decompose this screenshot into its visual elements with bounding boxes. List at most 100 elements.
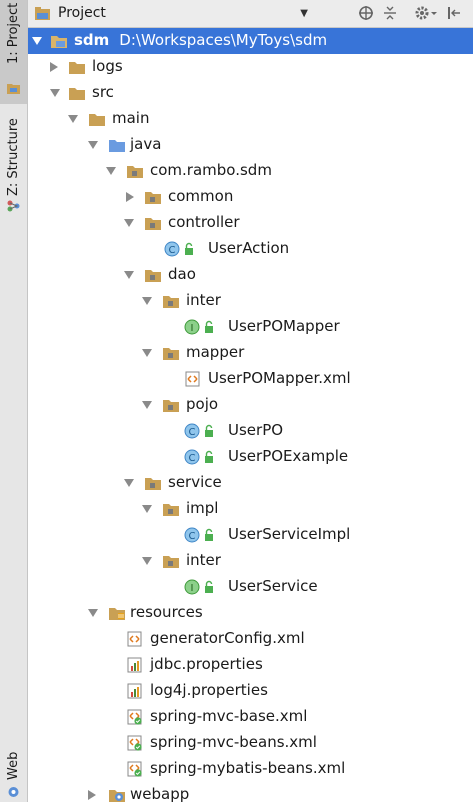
tree-node-common[interactable]: common [28,184,473,210]
tree-node-impl[interactable]: impl [28,496,473,522]
expand-toggle[interactable] [88,609,98,617]
expand-toggle[interactable] [88,790,96,800]
node-label: controller [168,213,240,231]
collapse-all-button[interactable] [380,4,400,22]
expand-toggle[interactable] [106,167,116,175]
tree-node-sdm[interactable]: sdm D:\Workspaces\MyToys\sdm [28,28,473,54]
svg-text:C: C [189,453,196,464]
expand-toggle[interactable] [88,141,98,149]
tree-node-user-po-mapper-xml[interactable]: UserPOMapper.xml [28,366,473,392]
class-icon: C [184,527,213,543]
package-icon [163,296,179,308]
expand-toggle[interactable] [142,557,152,565]
tree-node-resources[interactable]: resources [28,600,473,626]
node-label: inter [186,551,221,569]
tab-web-label: Web [6,751,21,780]
tree-node-user-service[interactable]: I UserService [28,574,473,600]
view-selector[interactable]: Project ▼ [34,3,314,23]
hide-panel-button[interactable] [444,4,464,22]
spring-xml-file-icon [127,709,142,725]
node-label: impl [186,499,219,517]
node-label: pojo [186,395,219,413]
web-icon [8,787,19,797]
project-icon [35,7,50,20]
tree-node-dao[interactable]: dao [28,262,473,288]
tree-node-spring-mvc-base[interactable]: spring-mvc-base.xml [28,704,473,730]
tree-node-jdbc-properties[interactable]: jdbc.properties [28,652,473,678]
tree-node-service-inter[interactable]: inter [28,548,473,574]
tree-node-user-service-impl[interactable]: C UserServiceImpl [28,522,473,548]
tab-project[interactable]: 1: Project [0,0,27,104]
tab-project-label: 1: Project [6,2,21,64]
project-tree[interactable]: sdm D:\Workspaces\MyToys\sdm logs src mai… [28,28,473,802]
properties-file-icon [127,657,142,673]
tree-node-src[interactable]: src [28,80,473,106]
tree-node-main[interactable]: main [28,106,473,132]
tab-structure[interactable]: Z: Structure [0,112,27,222]
expand-toggle[interactable] [126,192,134,202]
svg-text:C: C [189,427,196,438]
tree-node-user-po-example[interactable]: C UserPOExample [28,444,473,470]
tree-node-spring-mybatis-beans[interactable]: spring-mybatis-beans.xml [28,756,473,782]
tree-node-log4j-properties[interactable]: log4j.properties [28,678,473,704]
tree-node-generator-config[interactable]: generatorConfig.xml [28,626,473,652]
node-label: UserPOMapper [228,317,340,335]
tree-node-controller[interactable]: controller [28,210,473,236]
xml-file-icon [185,371,200,387]
expand-toggle[interactable] [124,271,134,279]
tab-web[interactable]: Web [0,736,27,802]
node-label: java [130,135,162,153]
class-icon: C [184,423,213,439]
resources-folder-icon [109,608,125,620]
gear-icon [415,6,437,20]
expand-toggle[interactable] [142,349,152,357]
tool-window-strip: 1: Project Z: Structure Web [0,0,28,802]
spring-xml-file-icon [127,761,142,777]
package-icon [163,504,179,516]
node-label: UserPO [228,421,284,439]
node-label: common [168,187,234,205]
tree-node-user-action[interactable]: C UserAction [28,236,473,262]
tree-node-package[interactable]: com.rambo.sdm [28,158,473,184]
tree-node-webapp[interactable]: webapp [28,782,473,802]
node-label: spring-mvc-beans.xml [150,733,317,751]
spring-xml-file-icon [127,735,142,751]
expand-toggle[interactable] [142,401,152,409]
tree-node-mapper[interactable]: mapper [28,340,473,366]
svg-text:C: C [189,531,196,542]
expand-toggle[interactable] [124,479,134,487]
settings-button[interactable] [412,4,440,22]
tree-node-logs[interactable]: logs [28,54,473,80]
expand-toggle[interactable] [124,219,134,227]
expand-toggle[interactable] [50,62,58,72]
package-icon [145,218,161,230]
tree-node-user-po[interactable]: C UserPO [28,418,473,444]
interface-icon: I [184,319,213,335]
tree-node-pojo[interactable]: pojo [28,392,473,418]
node-label: UserPOExample [228,447,349,465]
crosshair-icon [359,6,373,20]
node-label: logs [92,57,123,75]
node-label: UserService [228,577,318,595]
expand-toggle[interactable] [32,37,42,45]
expand-toggle[interactable] [142,505,152,513]
expand-toggle[interactable] [142,297,152,305]
structure-icon [7,200,20,212]
scroll-from-source-button[interactable] [356,4,376,22]
node-label: UserPOMapper.xml [208,369,351,387]
root-name: sdm [74,31,110,49]
module-folder-icon [51,36,67,48]
tree-node-java[interactable]: java [28,132,473,158]
tree-node-spring-mvc-beans[interactable]: spring-mvc-beans.xml [28,730,473,756]
tree-node-dao-inter[interactable]: inter [28,288,473,314]
tree-node-user-po-mapper[interactable]: I UserPOMapper [28,314,473,340]
expand-toggle[interactable] [50,89,60,97]
tree-node-service[interactable]: service [28,470,473,496]
node-label: log4j.properties [150,681,268,699]
expand-toggle[interactable] [68,115,78,123]
node-label: spring-mvc-base.xml [150,707,308,725]
web-folder-icon [109,790,125,802]
hide-icon [448,7,460,19]
class-icon: C [184,449,213,465]
node-label: UserServiceImpl [228,525,351,543]
